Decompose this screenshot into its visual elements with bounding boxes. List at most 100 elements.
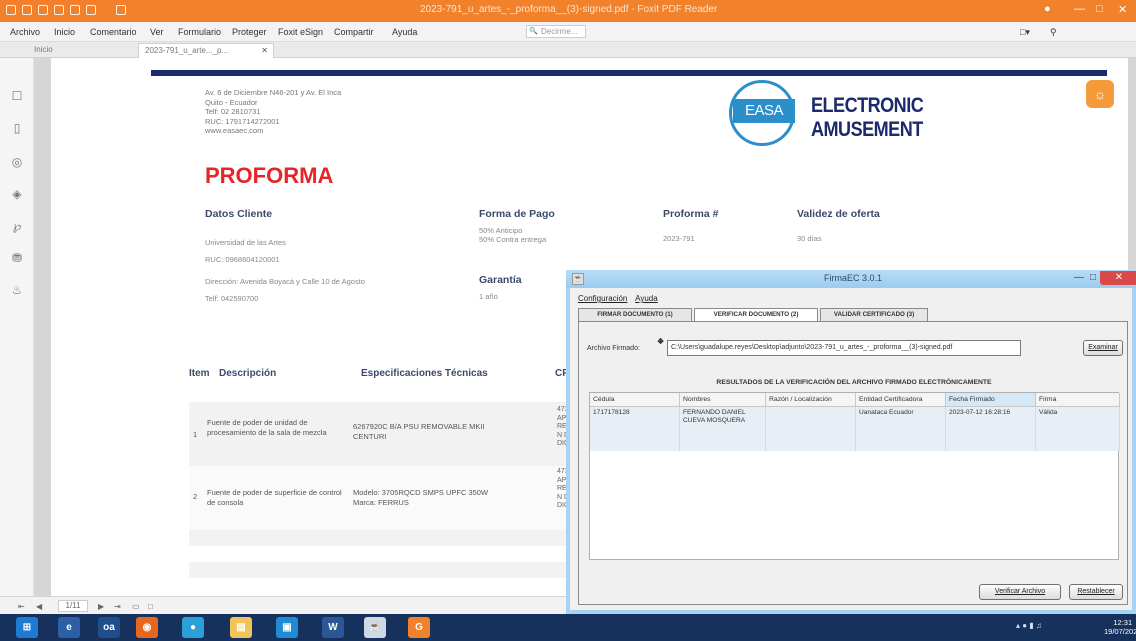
reset-button[interactable]: Restablecer — [1069, 584, 1123, 600]
open-icon[interactable] — [22, 5, 32, 15]
info-icon: ❖ — [657, 337, 665, 346]
foxit-icon[interactable]: G — [408, 617, 430, 638]
tab-home[interactable]: Inicio — [34, 45, 53, 54]
profile-icon[interactable]: ● — [1044, 3, 1051, 15]
tab-document[interactable]: 2023-791_u_arte..._p... ✕ — [138, 43, 274, 58]
menu-ayuda[interactable]: Ayuda — [635, 294, 658, 303]
menu-proteger[interactable]: Proteger — [232, 27, 267, 37]
close-icon[interactable]: ✕ — [1118, 3, 1127, 16]
payment-label: Forma de Pago — [479, 208, 555, 220]
validity-label: Validez de oferta — [797, 208, 880, 220]
column-razon[interactable]: Razón / Localización — [766, 393, 856, 407]
taskbar-app-icon[interactable]: ● — [182, 617, 204, 638]
close-icon[interactable]: ✕ — [1100, 271, 1136, 285]
comments-icon[interactable]: ◎ — [9, 154, 25, 170]
client-line: Dirección: Avenida Boyacá y Calle 10 de … — [205, 277, 365, 286]
column-cedula[interactable]: Cédula — [590, 393, 680, 407]
proforma-number-value: 2023-791 — [663, 234, 695, 243]
address-line: www.easaec.com — [205, 126, 264, 135]
menu-ver[interactable]: Ver — [150, 27, 164, 37]
warranty-label: Garantía — [479, 274, 522, 286]
tab-verificar-documento[interactable]: VERIFICAR DOCUMENTO (2) — [694, 308, 818, 322]
close-tab-icon[interactable]: ✕ — [261, 46, 268, 55]
cell-cedula[interactable]: 1717178128 — [590, 407, 680, 451]
maximize-icon[interactable]: □ — [1086, 271, 1100, 285]
cell-razon[interactable] — [766, 407, 856, 451]
last-page-icon[interactable]: ⇥ — [114, 602, 121, 611]
java-icon[interactable]: ☕ — [364, 617, 386, 638]
search-icon[interactable]: ⚲ — [1050, 27, 1057, 38]
page-layout-icon[interactable]: □ — [148, 602, 153, 611]
menu-ayuda[interactable]: Ayuda — [392, 27, 417, 37]
taskbar-app-icon[interactable]: ◉ — [136, 617, 158, 638]
signature-icon[interactable]: ♨ — [9, 282, 25, 298]
print-icon[interactable] — [54, 5, 64, 15]
menu-inicio[interactable]: Inicio — [54, 27, 75, 37]
taskbar-app-icon[interactable]: oa — [98, 617, 120, 638]
menu-comentario[interactable]: Comentario — [90, 27, 137, 37]
lightbulb-icon[interactable]: ☼ — [1086, 80, 1114, 108]
menu-configuracion[interactable]: Configuración — [578, 294, 627, 303]
word-icon[interactable]: W — [322, 617, 344, 638]
client-line: Universidad de las Artes — [205, 238, 286, 247]
page-number-field[interactable]: 1/11 — [58, 600, 88, 612]
clock-time: 12:31 — [1113, 618, 1133, 627]
prev-page-icon[interactable]: ◀ — [36, 602, 42, 611]
left-panel-rail: ☐ ▯ ◎ ◈ ℘ ⛃ ♨ — [0, 58, 34, 596]
next-page-icon[interactable]: ▶ — [98, 602, 104, 611]
taskbar-app-icon[interactable]: e — [58, 617, 80, 638]
first-page-icon[interactable]: ⇤ — [18, 602, 25, 611]
menu-formulario[interactable]: Formulario — [178, 27, 221, 37]
quick-access-icon[interactable] — [116, 5, 126, 15]
attachment-icon[interactable]: ℘ — [9, 218, 25, 234]
bookmark-icon[interactable]: ☐ — [9, 88, 25, 104]
cell-fecha-firmado[interactable]: 2023-07-12 16:28:16 — [946, 407, 1036, 451]
view-mode-icon[interactable]: ▭ — [132, 602, 140, 611]
save-icon[interactable] — [38, 5, 48, 15]
window-title: 2023-791_u_artes_-_proforma__(3)-signed.… — [420, 4, 718, 15]
column-entidad[interactable]: Entidad Certificadora — [856, 393, 946, 407]
security-icon[interactable]: ⛃ — [9, 250, 25, 266]
payment-line: 50% Anticipo — [479, 226, 523, 235]
tell-me-search[interactable]: Decirme... — [526, 25, 586, 38]
examinar-button[interactable]: Examinar — [1083, 340, 1123, 356]
column-nombres[interactable]: Nombres — [680, 393, 766, 407]
folder-icon[interactable]: ▤ — [230, 617, 252, 638]
warranty-value: 1 año — [479, 292, 498, 301]
client-line: RUC: 0968604120001 — [205, 255, 280, 264]
menu-compartir[interactable]: Compartir — [334, 27, 374, 37]
pages-icon[interactable]: ▯ — [9, 120, 25, 136]
payment-line: 50% Contra entrega — [479, 235, 547, 244]
undo-icon[interactable] — [70, 5, 80, 15]
tab-firmar-documento[interactable]: FIRMAR DOCUMENTO (1) — [578, 308, 692, 322]
cell-firma[interactable]: Válida — [1036, 407, 1120, 451]
address-line: Telf: 02 2810731 — [205, 107, 261, 116]
cell-nombres[interactable]: FERNANDO DANIEL CUEVA MOSQUERA — [680, 407, 766, 451]
zoom-icon[interactable]: □▾ — [1020, 27, 1030, 38]
tab-validar-certificado[interactable]: VALIDAR CERTIFICADO (3) — [820, 308, 928, 322]
results-table[interactable]: Cédula Nombres Razón / Localización Enti… — [589, 392, 1120, 560]
taskbar-app-icon[interactable]: ▣ — [276, 617, 298, 638]
column-fecha-firmado[interactable]: Fecha Firmado — [946, 393, 1036, 407]
table-header-description: Descripción — [219, 368, 277, 379]
system-clock[interactable]: 12:31 19/07/2023 — [1104, 618, 1136, 636]
menu-archivo[interactable]: Archivo — [10, 27, 40, 37]
archivo-field[interactable]: C:\Users\guadalupe.reyes\Desktop\adjunto… — [667, 340, 1021, 356]
row-item: 2 — [193, 492, 198, 501]
cell-entidad[interactable]: Uanataca Ecuador — [856, 407, 946, 451]
client-label: Datos Cliente — [205, 208, 273, 220]
layers-icon[interactable]: ◈ — [9, 186, 25, 202]
app-icon[interactable] — [6, 5, 16, 15]
redo-icon[interactable] — [86, 5, 96, 15]
company-address: Av. 6 de Diciembre N46-201 y Av. El Inca… — [205, 88, 341, 136]
row-specs: 6267920C B/A PSU REMOVABLE MKII CENTURI — [353, 422, 485, 441]
verify-file-button[interactable]: Verificar Archivo — [979, 584, 1061, 600]
minimize-icon[interactable]: — — [1074, 3, 1085, 15]
document-tabs: Inicio 2023-791_u_arte..._p... ✕ — [0, 42, 1136, 58]
tray-icons[interactable]: ▴ ● ▮ ♫ — [1016, 621, 1042, 630]
firmaec-menu: Configuración Ayuda — [578, 294, 664, 303]
menu-foxit-esign[interactable]: Foxit eSign — [278, 27, 323, 37]
start-icon[interactable]: ⊞ — [16, 617, 38, 638]
maximize-icon[interactable]: □ — [1096, 3, 1103, 15]
column-firma[interactable]: Firma — [1036, 393, 1120, 407]
